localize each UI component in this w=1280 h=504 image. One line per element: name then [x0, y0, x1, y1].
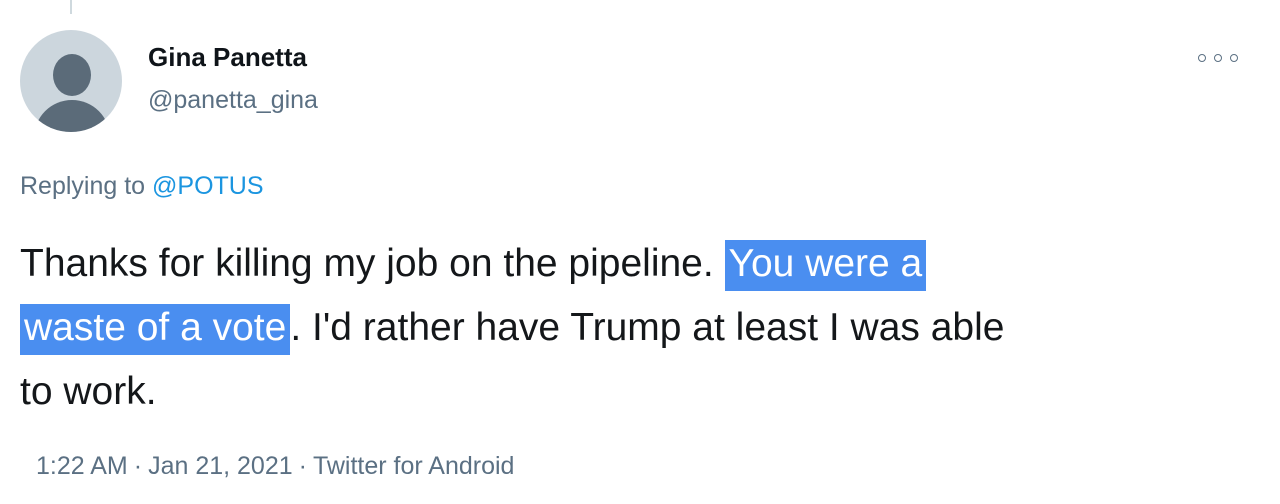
replying-to-label: Replying to [20, 172, 153, 200]
tweet-metadata: 1:22 AM · Jan 21, 2021 · Twitter for Android [36, 452, 514, 481]
dot-icon [1198, 54, 1206, 62]
tweet-time[interactable]: 1:22 AM [36, 452, 128, 480]
meta-separator: · [298, 452, 307, 480]
tweet-text-segment: Thanks for killing my job on the pipelin… [20, 242, 725, 285]
author-display-name[interactable]: Gina Panetta [148, 42, 307, 73]
tweet-body: Thanks for killing my job on the pipelin… [20, 232, 1260, 424]
tweet-card: Gina Panetta @panetta_gina Replying to @… [0, 0, 1280, 504]
default-profile-icon [53, 54, 91, 96]
tweet-source[interactable]: Twitter for Android [313, 452, 514, 480]
avatar[interactable] [20, 30, 122, 132]
selected-text-highlight: waste of a vote [20, 304, 291, 355]
tweet-date[interactable]: Jan 21, 2021 [148, 452, 293, 480]
reply-mention-link[interactable]: @POTUS [152, 172, 264, 200]
thread-connector-line [70, 0, 72, 14]
meta-separator: · [133, 452, 143, 480]
tweet-text-segment: . I'd rather have Trump at least I was a… [290, 306, 1005, 349]
dot-icon [1230, 54, 1238, 62]
author-handle[interactable]: @panetta_gina [148, 86, 318, 115]
more-options-icon[interactable] [1198, 50, 1238, 66]
replying-to-line: Replying to @POTUS [20, 172, 264, 201]
tweet-text-segment: to work. [20, 370, 157, 413]
selected-text-highlight: You were a [724, 240, 927, 291]
dot-icon [1214, 54, 1222, 62]
default-profile-shoulders [34, 100, 110, 132]
